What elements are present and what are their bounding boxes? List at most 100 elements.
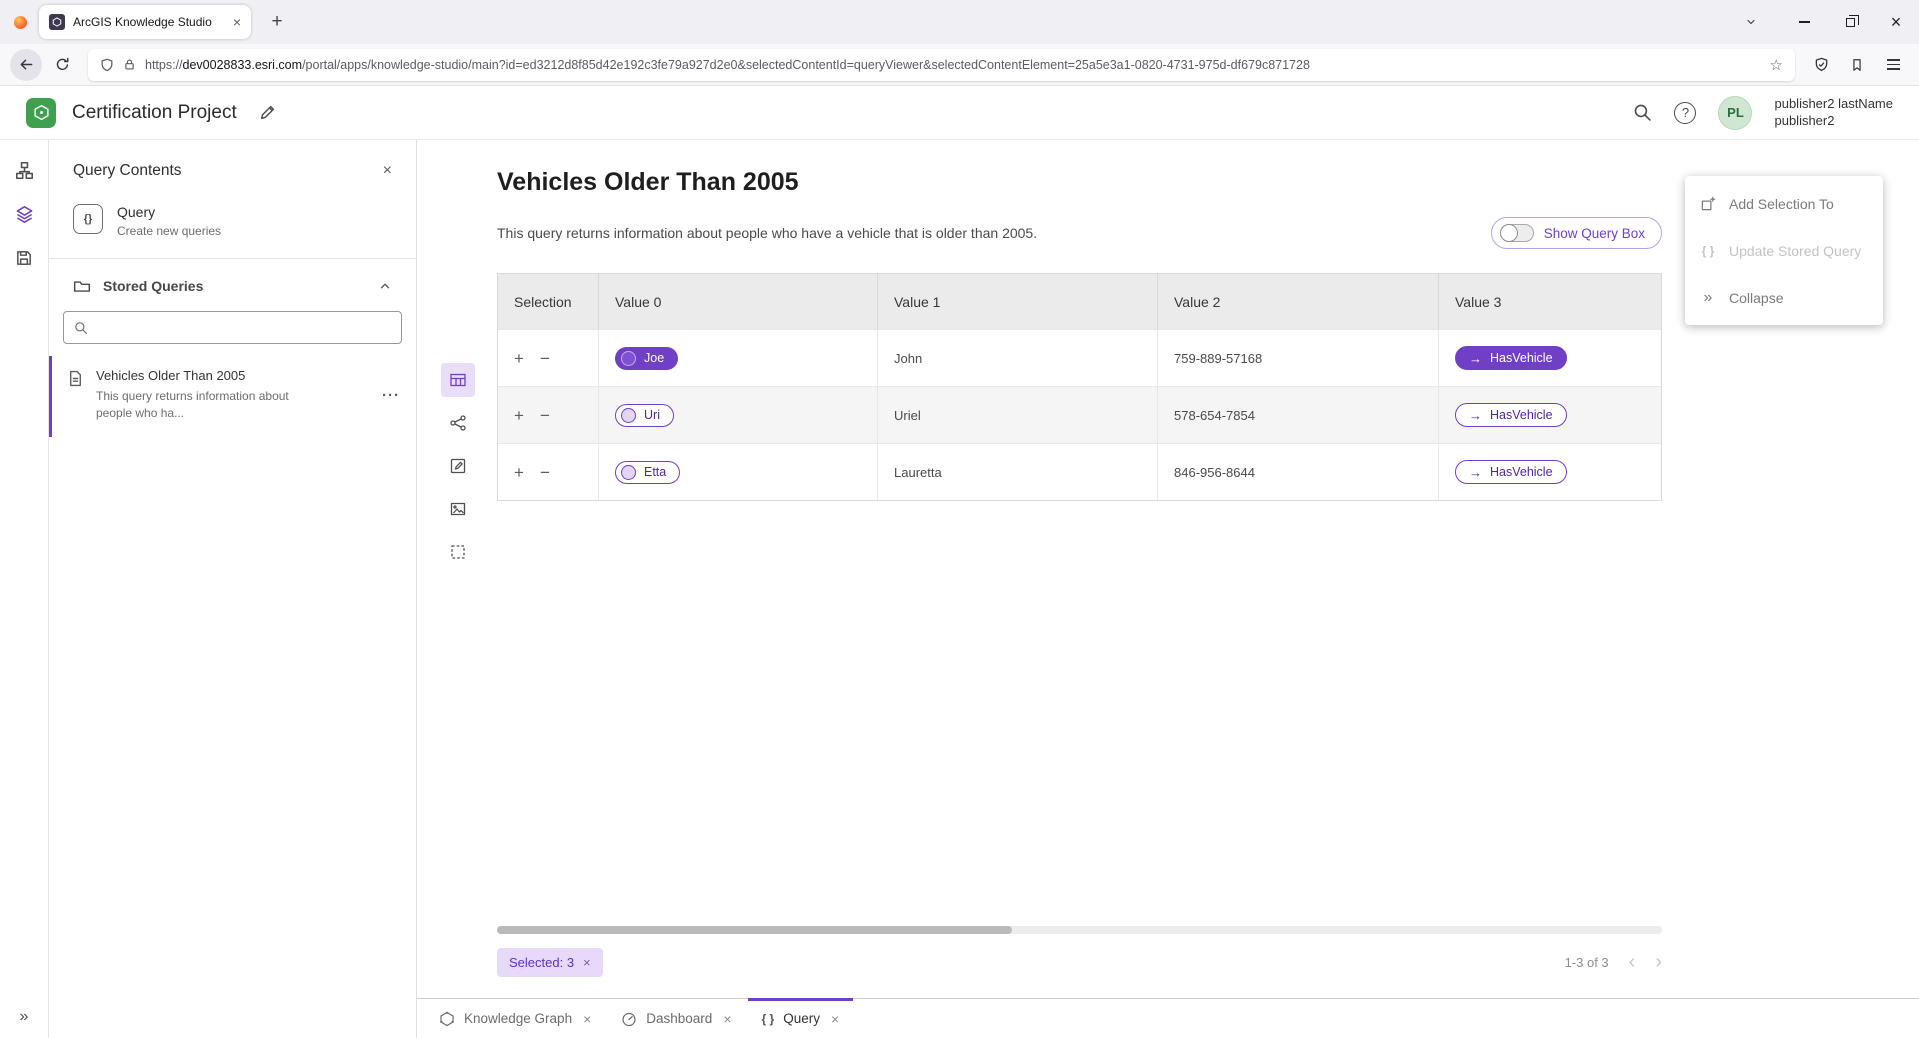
stored-query-description: This query returns information about peo…: [96, 388, 308, 423]
clear-selection-icon[interactable]: ×: [583, 955, 591, 970]
column-header-selection[interactable]: Selection: [498, 274, 599, 329]
entity-dot-icon: [621, 351, 636, 366]
add-selection-icon[interactable]: +: [514, 350, 524, 367]
select-region-icon[interactable]: [441, 535, 475, 569]
back-button[interactable]: [10, 49, 42, 81]
tab-label: Knowledge Graph: [464, 1011, 572, 1026]
knowledge-graph-icon: [439, 1011, 455, 1027]
minimize-button[interactable]: [1781, 0, 1827, 44]
window-close-button[interactable]: ×: [1873, 0, 1919, 44]
scrollbar-thumb[interactable]: [497, 926, 1012, 934]
entity-pill[interactable]: Uri: [615, 404, 674, 427]
new-tab-button[interactable]: +: [263, 11, 291, 33]
previous-page-icon[interactable]: ‹: [1629, 952, 1636, 972]
arrow-right-icon: →: [1469, 352, 1482, 365]
tab-close-icon[interactable]: ×: [831, 1011, 839, 1027]
user-name: publisher2 lastName: [1774, 96, 1893, 113]
tab-close-icon[interactable]: ×: [233, 14, 241, 30]
avatar[interactable]: PL: [1718, 96, 1752, 130]
map-view-icon[interactable]: [441, 492, 475, 526]
chevron-up-icon[interactable]: [378, 279, 392, 293]
tab-close-icon[interactable]: ×: [723, 1011, 731, 1027]
address-bar[interactable]: https://dev0028833.esri.com/portal/apps/…: [88, 49, 1795, 81]
stored-queries-header[interactable]: Stored Queries: [49, 259, 416, 305]
edit-title-icon[interactable]: [259, 104, 276, 121]
list-all-tabs-icon[interactable]: [1735, 6, 1767, 38]
menu-item-label: Collapse: [1729, 290, 1783, 306]
lock-icon[interactable]: [123, 58, 136, 71]
horizontal-scrollbar[interactable]: [497, 926, 1662, 934]
browser-tab[interactable]: ArcGIS Knowledge Studio ×: [39, 5, 251, 39]
column-header-value1[interactable]: Value 1: [878, 274, 1158, 329]
entity-dot-icon: [621, 465, 636, 480]
user-info[interactable]: publisher2 lastName publisher2: [1774, 96, 1893, 130]
show-query-box-toggle[interactable]: Show Query Box: [1491, 217, 1662, 249]
tab-dashboard[interactable]: Dashboard ×: [607, 999, 745, 1038]
tab-favicon-icon: [49, 14, 65, 30]
tab-close-icon[interactable]: ×: [583, 1011, 591, 1027]
table-cell: Uri: [599, 386, 878, 443]
arcgis-knowledge-logo-icon[interactable]: [26, 98, 56, 128]
table-cell: 759-889-57168: [1158, 329, 1439, 386]
panel-close-icon[interactable]: ×: [383, 162, 392, 180]
link-chart-view-icon[interactable]: [441, 406, 475, 440]
row-selection-cell: + −: [498, 329, 599, 386]
table-cell: →HasVehicle: [1439, 386, 1661, 443]
tab-title: ArcGIS Knowledge Studio: [73, 15, 225, 29]
tab-knowledge-graph[interactable]: Knowledge Graph ×: [425, 999, 605, 1038]
item-options-icon[interactable]: ···: [382, 387, 400, 404]
remove-selection-icon[interactable]: −: [540, 464, 550, 481]
refresh-button[interactable]: [46, 49, 78, 81]
relationship-pill[interactable]: →HasVehicle: [1455, 403, 1567, 427]
menu-icon[interactable]: [1877, 49, 1909, 81]
page-range: 1-3 of 3: [1565, 955, 1609, 970]
arrow-right-icon: →: [1469, 466, 1482, 479]
results-row: Selection Value 0 Value 1 Value 2 Value …: [417, 273, 1919, 990]
row-selection-cell: + −: [498, 443, 599, 500]
save-icon[interactable]: [6, 240, 42, 276]
entity-pill[interactable]: Joe: [615, 347, 678, 370]
new-query-text: Query Create new queries: [117, 204, 221, 238]
remove-selection-icon[interactable]: −: [540, 407, 550, 424]
results-table: Selection Value 0 Value 1 Value 2 Value …: [497, 273, 1662, 501]
search-input[interactable]: [96, 320, 391, 335]
toggle-switch[interactable]: [1500, 224, 1534, 242]
restore-button[interactable]: [1827, 0, 1873, 44]
braces-icon: {}: [73, 204, 103, 234]
relationship-pill[interactable]: →HasVehicle: [1455, 346, 1567, 370]
table-view-icon[interactable]: [441, 363, 475, 397]
layers-icon[interactable]: [6, 196, 42, 232]
bookmark-star-icon[interactable]: ☆: [1770, 56, 1783, 74]
add-selection-icon[interactable]: +: [514, 464, 524, 481]
firefox-icon[interactable]: [14, 16, 27, 29]
tab-strip: ArcGIS Knowledge Studio × + ×: [0, 0, 1919, 44]
menu-item-update-stored-query[interactable]: { } Update Stored Query: [1685, 227, 1883, 274]
expand-panel-icon[interactable]: »: [20, 1008, 29, 1026]
selected-count-chip[interactable]: Selected: 3 ×: [497, 948, 603, 977]
panel-title: Query Contents: [73, 162, 182, 180]
stored-queries-search[interactable]: [63, 311, 402, 344]
table-cell: 846-956-8644: [1158, 443, 1439, 500]
toggle-knob: [1500, 224, 1518, 242]
relationship-pill[interactable]: →HasVehicle: [1455, 460, 1567, 484]
column-header-value3[interactable]: Value 3: [1439, 274, 1661, 329]
new-query-item[interactable]: {} Query Create new queries: [49, 196, 416, 259]
menu-item-collapse[interactable]: » Collapse: [1685, 274, 1883, 321]
tab-query[interactable]: { } Query ×: [748, 999, 854, 1038]
next-page-icon[interactable]: ›: [1655, 952, 1662, 972]
remove-selection-icon[interactable]: −: [540, 350, 550, 367]
edit-view-icon[interactable]: [441, 449, 475, 483]
menu-item-add-selection-to[interactable]: Add Selection To: [1685, 180, 1883, 227]
entity-pill[interactable]: Etta: [615, 461, 680, 484]
permissions-shield-icon[interactable]: [100, 58, 114, 72]
library-icon[interactable]: [1841, 49, 1873, 81]
column-header-value2[interactable]: Value 2: [1158, 274, 1439, 329]
stored-query-item[interactable]: Vehicles Older Than 2005 This query retu…: [49, 356, 416, 437]
data-model-icon[interactable]: [6, 152, 42, 188]
help-icon[interactable]: ?: [1674, 102, 1696, 124]
protections-icon[interactable]: [1805, 49, 1837, 81]
add-selection-icon[interactable]: +: [514, 407, 524, 424]
column-header-value0[interactable]: Value 0: [599, 274, 878, 329]
search-icon[interactable]: [1633, 103, 1652, 122]
view-mode-toolbar: [438, 273, 478, 990]
